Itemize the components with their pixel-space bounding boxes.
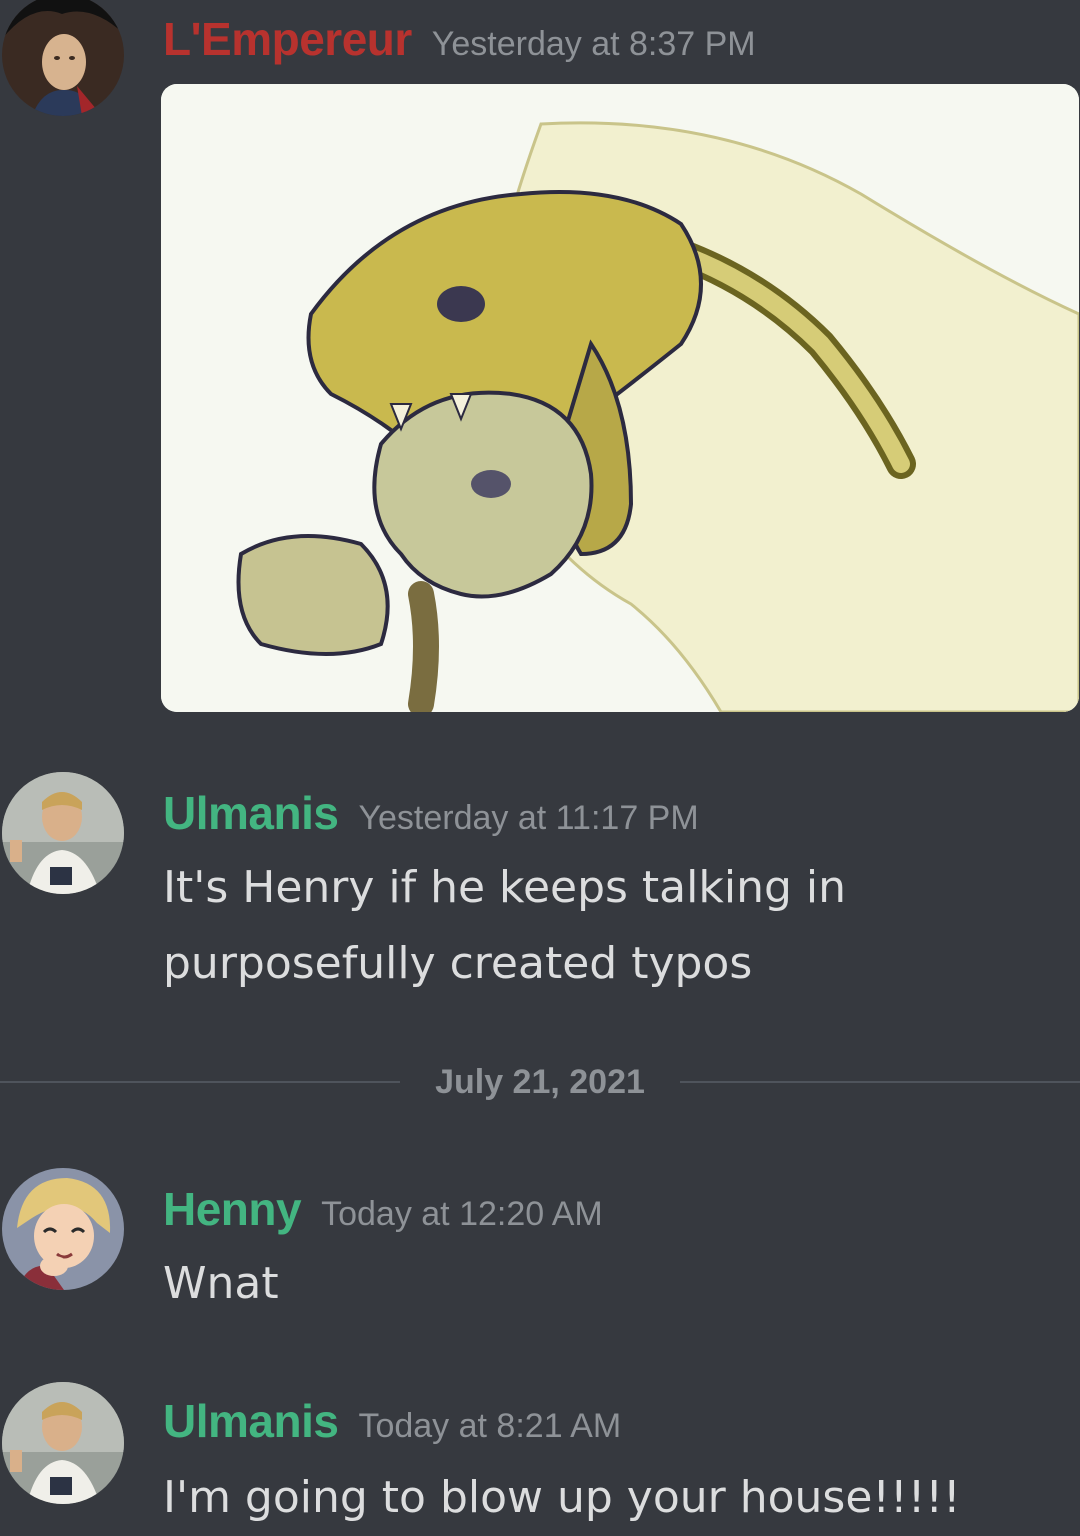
timestamp: Today at 8:21 AM (358, 1407, 622, 1445)
timestamp: Today at 12:20 AM (321, 1195, 603, 1233)
author-name[interactable]: Ulmanis (163, 787, 339, 839)
message-line: purposefully created typos (163, 938, 753, 989)
message-line: I'm going to blow up your house!!!!! (163, 1472, 961, 1523)
message-ulmanis-2: Ulmanis Today at 8:21 AM I'm going to blo… (0, 1380, 1080, 1529)
message-ulmanis-1: Ulmanis Yesterday at 11:17 PM It's Henry … (0, 770, 1080, 1010)
avatar[interactable] (2, 1382, 124, 1504)
author-name[interactable]: L'Empereur (163, 13, 412, 65)
message-content: It's Henry if he keeps talking in purpos… (163, 850, 846, 1002)
message-line: Wnat (163, 1258, 279, 1309)
date-divider-label: July 21, 2021 (400, 1058, 680, 1106)
message-line: It's Henry if he keeps talking in (163, 862, 846, 913)
message-henny: Henny Today at 12:20 AM Wnat (0, 1168, 1080, 1348)
avatar[interactable] (2, 0, 124, 116)
avatar[interactable] (2, 1168, 124, 1290)
image-attachment[interactable] (161, 84, 1079, 712)
timestamp: Yesterday at 8:37 PM (431, 25, 756, 63)
message-content: I'm going to blow up your house!!!!! (163, 1460, 961, 1536)
message-content: Wnat (163, 1246, 279, 1322)
timestamp: Yesterday at 11:17 PM (358, 799, 699, 837)
author-name[interactable]: Ulmanis (163, 1395, 339, 1447)
avatar[interactable] (2, 772, 124, 894)
message-lempereur: L'Empereur Yesterday at 8:37 PM (0, 0, 1080, 740)
author-name[interactable]: Henny (163, 1183, 302, 1235)
